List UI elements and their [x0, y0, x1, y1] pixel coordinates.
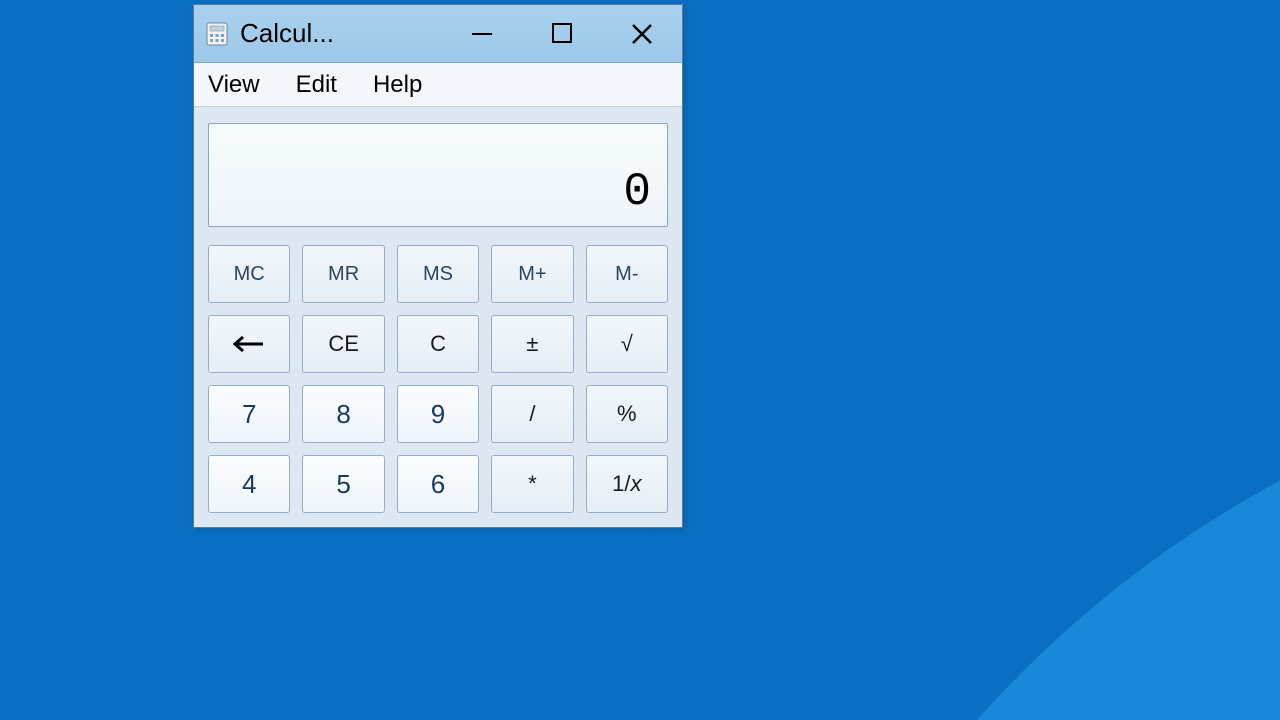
memory-store-button[interactable]: MS [397, 245, 479, 303]
memory-subtract-button[interactable]: M- [586, 245, 668, 303]
window-controls [442, 5, 682, 62]
clear-entry-button[interactable]: CE [302, 315, 384, 373]
close-button[interactable] [602, 5, 682, 62]
clear-button[interactable]: C [397, 315, 479, 373]
client-area: 0 MC MR MS M+ M- CE C ± √ 7 8 9 / % [194, 107, 682, 527]
row-789: 7 8 9 / % [208, 385, 668, 443]
digit-4-button[interactable]: 4 [208, 455, 290, 513]
menu-edit[interactable]: Edit [290, 69, 343, 101]
menu-view[interactable]: View [202, 69, 266, 101]
titlebar[interactable]: Calcul... [194, 5, 682, 63]
back-arrow-icon [229, 334, 269, 354]
window-title: Calcul... [240, 18, 334, 49]
calculator-app-icon [204, 21, 230, 47]
digit-8-button[interactable]: 8 [302, 385, 384, 443]
digit-6-button[interactable]: 6 [397, 455, 479, 513]
percent-button[interactable]: % [586, 385, 668, 443]
memory-clear-button[interactable]: MC [208, 245, 290, 303]
memory-recall-button[interactable]: MR [302, 245, 384, 303]
divide-button[interactable]: / [491, 385, 573, 443]
multiply-button[interactable]: * [491, 455, 573, 513]
menubar: View Edit Help [194, 63, 682, 107]
calculator-window: Calcul... View Edit Help 0 MC MR MS M+ M… [193, 4, 683, 528]
memory-row: MC MR MS M+ M- [208, 245, 668, 303]
reciprocal-label-var: x [631, 471, 642, 497]
minimize-button[interactable] [442, 5, 522, 62]
digit-5-button[interactable]: 5 [302, 455, 384, 513]
reciprocal-button[interactable]: 1/x [586, 455, 668, 513]
digit-9-button[interactable]: 9 [397, 385, 479, 443]
edit-row: CE C ± √ [208, 315, 668, 373]
menu-help[interactable]: Help [367, 69, 428, 101]
reciprocal-label-prefix: 1/ [612, 471, 630, 497]
maximize-button[interactable] [522, 5, 602, 62]
digit-7-button[interactable]: 7 [208, 385, 290, 443]
sqrt-button[interactable]: √ [586, 315, 668, 373]
backspace-button[interactable] [208, 315, 290, 373]
negate-button[interactable]: ± [491, 315, 573, 373]
memory-add-button[interactable]: M+ [491, 245, 573, 303]
row-456: 4 5 6 * 1/x [208, 455, 668, 513]
result-display: 0 [208, 123, 668, 227]
